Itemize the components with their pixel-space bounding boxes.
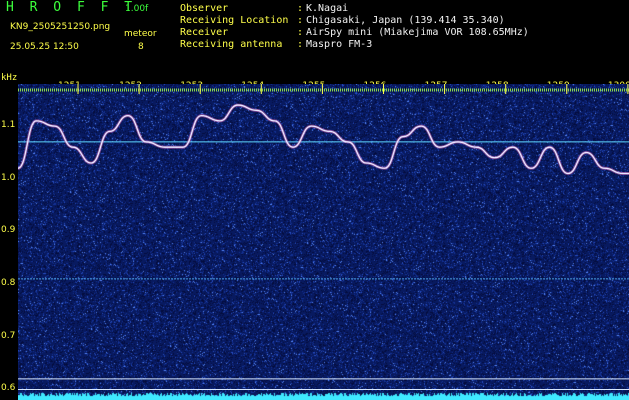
spectrogram-overlay xyxy=(18,84,629,390)
y-tick-1.0: 1.0 xyxy=(1,172,16,183)
antenna-label: Receiving antenna xyxy=(180,39,283,50)
location-colon: : xyxy=(297,15,304,26)
app-title: H R O F F T xyxy=(6,0,137,15)
y-axis-unit: kHz xyxy=(1,73,18,83)
doppler-trace xyxy=(18,104,629,175)
antenna-value: Maspro FM-3 xyxy=(306,39,373,50)
file-name: KN9_2505251250.png xyxy=(10,22,111,32)
hrofft-window: H R O F F T 1.00f KN9_2505251250.png met… xyxy=(0,0,629,400)
observer-label: Observer xyxy=(180,3,229,14)
meteor-label: meteor xyxy=(124,29,157,39)
y-tick-0.9: 0.9 xyxy=(1,225,16,236)
app-version: 1.00f xyxy=(125,4,149,14)
capture-datetime: 25.05.25 12:50 xyxy=(10,42,79,52)
spectrogram-plot xyxy=(18,84,629,400)
meteor-count: 8 xyxy=(138,42,144,52)
observer-value: K.Nagai xyxy=(306,3,349,14)
y-tick-0.6: 0.6 xyxy=(1,383,16,394)
y-tick-0.8: 0.8 xyxy=(1,278,16,289)
y-tick-1.1: 1.1 xyxy=(1,120,16,131)
antenna-colon: : xyxy=(297,39,304,50)
y-tick-0.7: 0.7 xyxy=(1,330,16,341)
receiver-value: AirSpy mini (Miakejima VOR 108.65MHz) xyxy=(306,27,529,38)
receiver-label: Receiver xyxy=(180,27,229,38)
receiver-colon: : xyxy=(297,27,304,38)
location-label: Receiving Location xyxy=(180,15,289,26)
observer-colon: : xyxy=(297,3,304,14)
location-value: Chigasaki, Japan (139.414 35.340) xyxy=(306,15,505,26)
